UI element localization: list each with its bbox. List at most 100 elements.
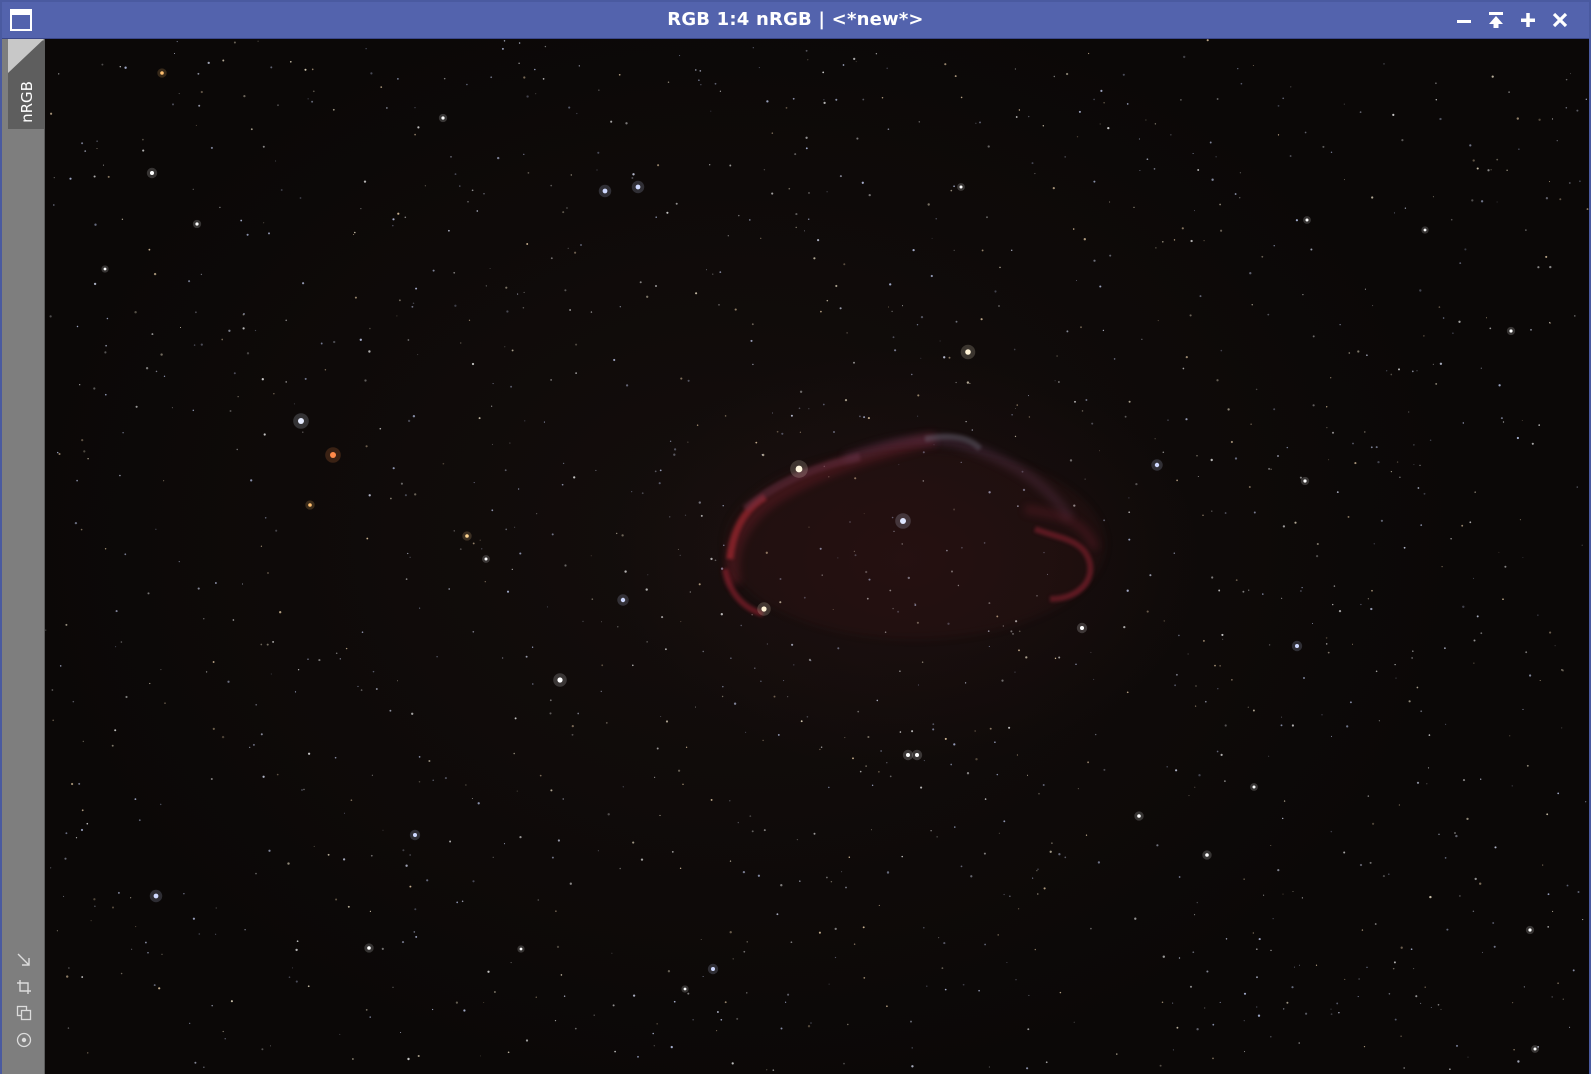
faint-star bbox=[563, 995, 566, 997]
faint-star bbox=[669, 440, 672, 443]
faint-star bbox=[575, 372, 577, 374]
maximize-button[interactable] bbox=[1514, 6, 1542, 34]
faint-star bbox=[285, 381, 288, 383]
faint-star bbox=[1243, 1020, 1245, 1022]
faint-star bbox=[1154, 438, 1156, 440]
faint-star bbox=[568, 106, 571, 109]
shade-button[interactable] bbox=[1482, 6, 1510, 34]
faint-star bbox=[746, 992, 748, 994]
faint-star bbox=[493, 991, 496, 993]
faint-star bbox=[1549, 322, 1552, 325]
faint-star bbox=[1416, 370, 1418, 372]
title-bar[interactable]: RGB 1:4 nRGB | <*new*> bbox=[2, 2, 1589, 39]
faint-star bbox=[339, 1033, 341, 1035]
faint-star bbox=[1216, 750, 1219, 753]
faint-star bbox=[1093, 98, 1095, 101]
faint-star bbox=[504, 346, 506, 348]
faint-star bbox=[601, 664, 604, 667]
faint-star bbox=[1013, 348, 1016, 351]
faint-star bbox=[224, 1038, 226, 1040]
faint-star bbox=[1315, 554, 1319, 558]
faint-star bbox=[1420, 524, 1423, 526]
close-button[interactable] bbox=[1546, 6, 1574, 34]
faint-star bbox=[1135, 482, 1138, 486]
faint-star bbox=[673, 448, 677, 451]
target-tool[interactable] bbox=[15, 1031, 33, 1049]
faint-star bbox=[1316, 542, 1319, 546]
faint-star bbox=[1204, 700, 1207, 703]
faint-star bbox=[1519, 519, 1521, 521]
faint-star bbox=[436, 656, 438, 658]
faint-star bbox=[536, 513, 538, 515]
faint-star bbox=[297, 669, 300, 671]
faint-star bbox=[1531, 442, 1534, 445]
faint-star bbox=[294, 691, 297, 693]
faint-star bbox=[746, 941, 748, 943]
faint-star bbox=[188, 280, 191, 283]
faint-star bbox=[1357, 350, 1360, 353]
faint-star bbox=[1372, 822, 1375, 825]
faint-star bbox=[1277, 869, 1280, 872]
shade-icon bbox=[1489, 12, 1503, 28]
faint-star bbox=[510, 385, 513, 388]
faint-star bbox=[1569, 1026, 1571, 1028]
faint-star bbox=[1252, 64, 1254, 67]
minimize-button[interactable] bbox=[1450, 6, 1478, 34]
faint-star bbox=[117, 891, 120, 894]
faint-star bbox=[105, 344, 107, 347]
faint-star bbox=[751, 830, 754, 833]
faint-star bbox=[195, 124, 197, 126]
faint-star bbox=[1034, 948, 1036, 951]
faint-star bbox=[332, 108, 335, 111]
faint-star bbox=[1380, 519, 1384, 522]
faint-star bbox=[670, 1046, 674, 1049]
faint-star bbox=[57, 451, 59, 454]
faint-star bbox=[1099, 450, 1100, 452]
faint-star bbox=[353, 233, 355, 236]
crop-icon bbox=[17, 980, 31, 994]
faint-star bbox=[1504, 565, 1507, 568]
faint-star bbox=[1224, 512, 1227, 514]
faint-star bbox=[730, 657, 732, 659]
faint-star bbox=[392, 224, 394, 227]
faint-star bbox=[1375, 446, 1378, 449]
faint-star bbox=[1244, 1051, 1246, 1053]
faint-star bbox=[1411, 657, 1413, 659]
faint-star bbox=[240, 219, 243, 222]
faint-star bbox=[159, 803, 162, 806]
faint-star bbox=[966, 772, 970, 775]
image-canvas[interactable] bbox=[45, 39, 1589, 1074]
faint-star bbox=[1042, 125, 1044, 127]
faint-star bbox=[524, 420, 526, 422]
faint-star bbox=[1176, 479, 1178, 482]
faint-star bbox=[574, 251, 577, 254]
faint-star bbox=[1211, 510, 1213, 512]
faint-star bbox=[549, 699, 552, 702]
faint-star bbox=[1502, 598, 1504, 601]
faint-star bbox=[999, 266, 1001, 269]
bright-star bbox=[1252, 785, 1256, 789]
clone-view-tool[interactable] bbox=[15, 1004, 33, 1022]
faint-star bbox=[710, 798, 713, 801]
faint-star bbox=[163, 375, 166, 377]
faint-star bbox=[419, 607, 421, 609]
faint-star bbox=[862, 926, 865, 929]
faint-star bbox=[409, 854, 411, 856]
faint-star bbox=[1053, 75, 1056, 78]
faint-star bbox=[523, 153, 525, 155]
faint-star bbox=[1258, 938, 1261, 941]
faint-star bbox=[1014, 408, 1016, 409]
faint-star bbox=[665, 720, 669, 723]
faint-star bbox=[443, 77, 446, 80]
zoom-to-fit-tool[interactable] bbox=[15, 951, 33, 969]
faint-star bbox=[244, 929, 246, 931]
faint-star bbox=[1073, 1021, 1075, 1023]
faint-star bbox=[810, 1022, 812, 1024]
faint-star bbox=[299, 197, 302, 199]
faint-star bbox=[772, 412, 773, 414]
crop-tool[interactable] bbox=[15, 978, 33, 996]
tab-corner-fold bbox=[8, 39, 44, 73]
faint-star bbox=[752, 363, 754, 366]
faint-star bbox=[96, 140, 98, 142]
faint-star bbox=[211, 1004, 213, 1007]
